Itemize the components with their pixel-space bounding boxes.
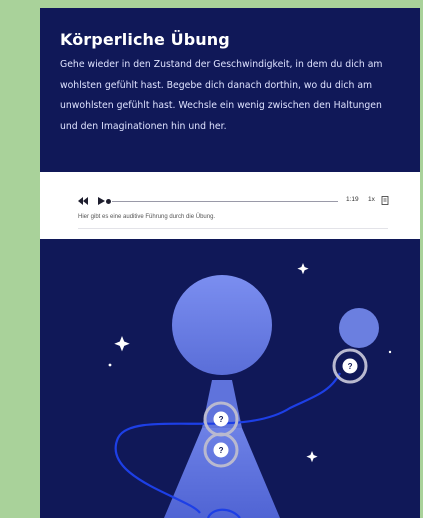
download-icon[interactable] — [381, 196, 389, 205]
exercise-card: Körperliche Übung Gehe wieder in den Zus… — [40, 8, 420, 518]
star-icon — [297, 263, 309, 275]
head-shape — [172, 275, 272, 375]
rewind-icon[interactable] — [78, 196, 88, 206]
star-icon — [306, 451, 318, 463]
player-controls: 1:19 1x — [78, 196, 394, 208]
exercise-description: Gehe wieder in den Zustand der Geschwind… — [60, 59, 383, 132]
time-display: 1:19 — [346, 196, 359, 203]
star-icon — [114, 336, 130, 352]
progress-handle[interactable] — [106, 199, 111, 204]
text-section: Körperliche Übung Gehe wieder in den Zus… — [40, 8, 420, 137]
star-dot — [108, 363, 112, 367]
neck-shape — [202, 380, 242, 428]
divider — [78, 228, 388, 229]
play-icon[interactable] — [96, 196, 106, 206]
audio-player: 1:19 1x Hier gibt es eine auditive Führu… — [40, 172, 420, 239]
progress-track[interactable] — [112, 201, 338, 202]
planet-shape — [339, 308, 379, 348]
body-shape — [164, 428, 280, 518]
exercise-title: Körperliche Übung — [60, 30, 230, 49]
speed-button[interactable]: 1x — [368, 196, 375, 203]
audio-caption: Hier gibt es eine auditive Führung durch… — [78, 214, 216, 220]
star-dot — [388, 350, 392, 354]
